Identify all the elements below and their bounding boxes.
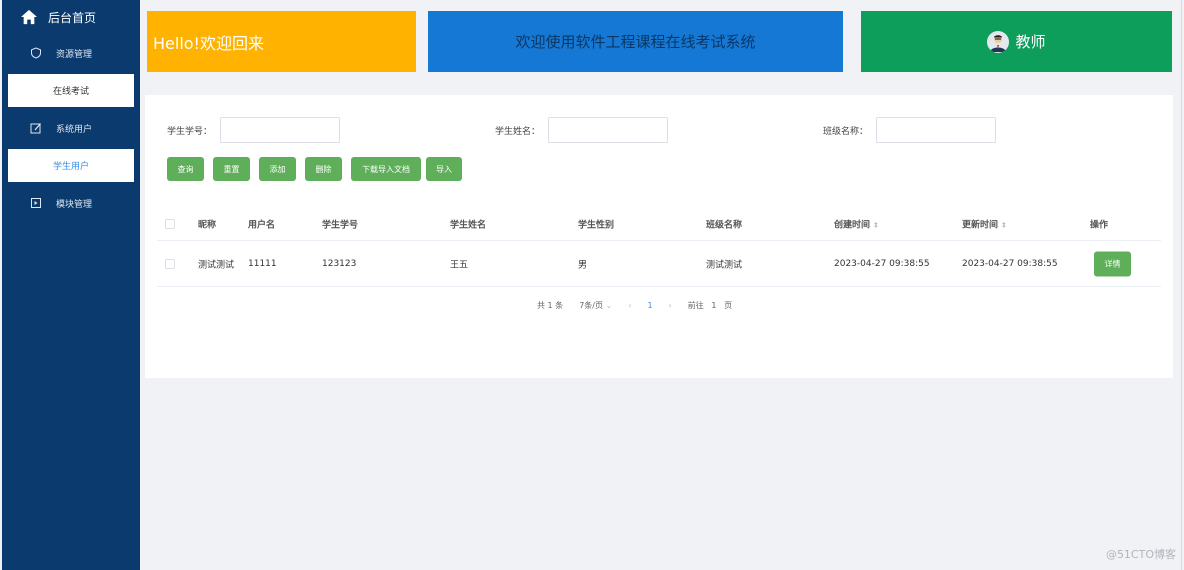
cell-gender: 男 [578,260,588,270]
module-icon [31,198,41,208]
sidebar-item-resources[interactable]: 资源管理 [2,34,140,72]
filter-student-name: 学生姓名： [495,117,669,143]
sort-icon: ⇕ [873,221,879,229]
col-class: 班级名称 [706,220,743,230]
col-actions: 操作 [1090,220,1109,230]
reset-button[interactable]: 重置 [213,157,250,181]
detail-button[interactable]: 详情 [1094,251,1131,276]
prev-page-button[interactable]: ‹ [628,301,631,310]
scrollbar-edge [1181,0,1182,570]
class-name-input[interactable] [876,117,997,143]
role-card: 教师 [861,11,1172,72]
student-table: 昵称 用户名 学生学号 学生姓名 学生性别 班级名称 创建时间 ⇕ 更新时间 ⇕ 操… [157,207,1161,287]
page-number-current[interactable]: 1 [647,301,652,310]
sidebar: 后台首页 资源管理 在线考试 系统用户 学生用户 模块管理 [2,0,140,570]
pagination-total: 共 1 条 [537,301,564,310]
action-bar: 查询 重置 添加 删除 下载导入文档 导入 [167,157,471,181]
cell-student-name: 王五 [450,260,469,270]
delete-button[interactable]: 删除 [305,157,342,181]
student-no-label: 学生学号： [167,126,213,137]
class-name-label: 班级名称： [823,126,869,137]
select-all-checkbox[interactable] [165,218,175,229]
goto-suffix: 页 [724,301,733,310]
main-panel: 学生学号： 学生姓名： 班级名称： 查询 重置 添加 删除 下载导入文档 导入 … [145,95,1173,378]
sidebar-subitem-online-exam[interactable]: 在线考试 [8,74,134,107]
col-username: 用户名 [248,220,276,230]
cell-created: 2023-04-27 09:38:55 [834,258,930,269]
filter-class-name: 班级名称： [823,117,997,143]
add-button[interactable]: 添加 [259,157,296,181]
system-card: 欢迎使用软件工程课程在线考试系统 [428,11,843,72]
watermark: @51CTO博客 [1105,548,1176,561]
sidebar-brand-label: 后台首页 [48,10,97,25]
table-row: 测试测试 11111 123123 王五 男 测试测试 2023-04-27 0… [157,241,1161,287]
shield-icon [31,47,41,59]
col-updated-label: 更新时间 [962,220,999,230]
page-size-value: 7条/页 [579,301,603,310]
col-created-label: 创建时间 [834,220,871,230]
col-student-no: 学生学号 [322,220,359,230]
download-template-button[interactable]: 下载导入文档 [351,157,421,181]
col-gender: 学生性别 [578,220,615,230]
query-button[interactable]: 查询 [167,157,204,181]
edit-icon [30,123,41,134]
col-updated[interactable]: 更新时间 ⇕ [962,217,1007,230]
welcome-card: Hello!欢迎回来 [147,11,416,72]
role-label: 教师 [1015,33,1046,51]
student-no-input[interactable] [220,117,341,143]
sort-icon: ⇕ [1001,221,1007,229]
sidebar-item-system-users[interactable]: 系统用户 [2,109,140,147]
sidebar-item-label: 模块管理 [56,199,93,210]
filter-student-no: 学生学号： [167,117,341,143]
goto-label: 前往 1 页 [688,300,732,311]
goto-text: 前往 [687,301,704,310]
import-button[interactable]: 导入 [426,157,462,181]
cell-nickname: 测试测试 [198,260,235,270]
avatar [987,30,1010,53]
cell-username: 11111 [248,258,277,269]
sidebar-item-label: 系统用户 [56,124,93,135]
pagination: 共 1 条 7条/页 ⌄ ‹ 1 › 前往 1 页 [537,300,748,311]
home-icon [21,9,37,25]
cell-student-no: 123123 [322,258,357,269]
sidebar-brand[interactable]: 后台首页 [2,0,140,34]
student-name-input[interactable] [548,117,669,143]
col-nickname: 昵称 [198,220,217,230]
sidebar-subitem-label: 学生用户 [52,162,89,172]
page-size-select[interactable]: 7条/页 ⌄ [579,300,612,311]
chevron-down-icon: ⌄ [605,301,613,310]
next-page-button[interactable]: › [669,301,672,310]
col-created[interactable]: 创建时间 ⇕ [834,217,879,230]
sidebar-item-modules[interactable]: 模块管理 [2,184,140,222]
sidebar-subitem-label: 在线考试 [52,87,89,97]
cell-class: 测试测试 [706,260,743,270]
filter-bar: 学生学号： 学生姓名： 班级名称： [145,117,1173,143]
student-name-label: 学生姓名： [495,126,541,137]
welcome-text: Hello!欢迎回来 [153,33,264,53]
goto-input[interactable]: 1 [711,301,716,310]
sidebar-item-label: 资源管理 [56,49,93,60]
cell-updated: 2023-04-27 09:38:55 [962,258,1058,269]
row-checkbox[interactable] [165,258,175,269]
col-student-name: 学生姓名 [450,220,487,230]
system-title: 欢迎使用软件工程课程在线考试系统 [515,33,756,51]
sidebar-subitem-student-users[interactable]: 学生用户 [8,149,134,182]
table-header: 昵称 用户名 学生学号 学生姓名 学生性别 班级名称 创建时间 ⇕ 更新时间 ⇕ 操… [157,207,1161,241]
